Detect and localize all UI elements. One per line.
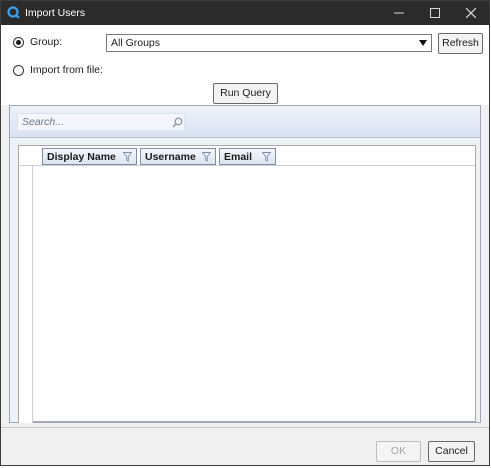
- close-button[interactable]: [453, 1, 489, 25]
- close-icon: [466, 8, 476, 18]
- search-placeholder: Search...: [22, 116, 65, 128]
- group-label: Group:: [30, 36, 63, 48]
- users-grid[interactable]: Display Name Username Email: [18, 145, 476, 423]
- search-bar: Search...: [10, 106, 480, 138]
- grid-header-row: Display Name Username Email: [19, 146, 475, 166]
- import-file-radio[interactable]: [13, 65, 24, 76]
- row-indicator-column: [19, 146, 33, 423]
- column-header-username[interactable]: Username: [140, 148, 216, 165]
- dropdown-arrow-icon: [419, 40, 427, 46]
- maximize-button[interactable]: [417, 1, 453, 25]
- minimize-button[interactable]: [381, 1, 417, 25]
- column-header-email[interactable]: Email: [219, 148, 276, 165]
- app-logo-icon: [7, 6, 20, 19]
- filter-icon[interactable]: [123, 152, 132, 162]
- search-input[interactable]: Search...: [17, 113, 185, 131]
- dialog-footer: OK Cancel: [1, 427, 489, 465]
- import-file-label: Import from file:: [30, 64, 103, 76]
- group-radio[interactable]: [13, 37, 24, 48]
- group-select-value: All Groups: [111, 37, 161, 49]
- search-icon[interactable]: [172, 117, 183, 128]
- column-header-label: Display Name: [47, 151, 116, 163]
- filter-icon[interactable]: [262, 152, 271, 162]
- results-panel: Search... Display Name Username Email: [9, 105, 481, 423]
- minimize-icon: [394, 12, 404, 14]
- source-panel: Group: All Groups Refresh Import from fi…: [1, 25, 489, 105]
- run-query-button[interactable]: Run Query: [213, 83, 278, 104]
- window-title: Import Users: [25, 7, 86, 19]
- filter-icon[interactable]: [202, 152, 211, 162]
- title-bar[interactable]: Import Users: [1, 1, 489, 25]
- refresh-button[interactable]: Refresh: [438, 33, 483, 54]
- column-header-display-name[interactable]: Display Name: [42, 148, 137, 165]
- group-select[interactable]: All Groups: [106, 34, 432, 52]
- maximize-icon: [430, 8, 440, 18]
- cancel-button[interactable]: Cancel: [428, 441, 475, 462]
- import-users-dialog: Import Users Group: All Groups Refresh I…: [0, 0, 490, 466]
- column-header-label: Email: [224, 151, 253, 163]
- ok-button[interactable]: OK: [376, 441, 421, 462]
- column-header-label: Username: [145, 151, 196, 163]
